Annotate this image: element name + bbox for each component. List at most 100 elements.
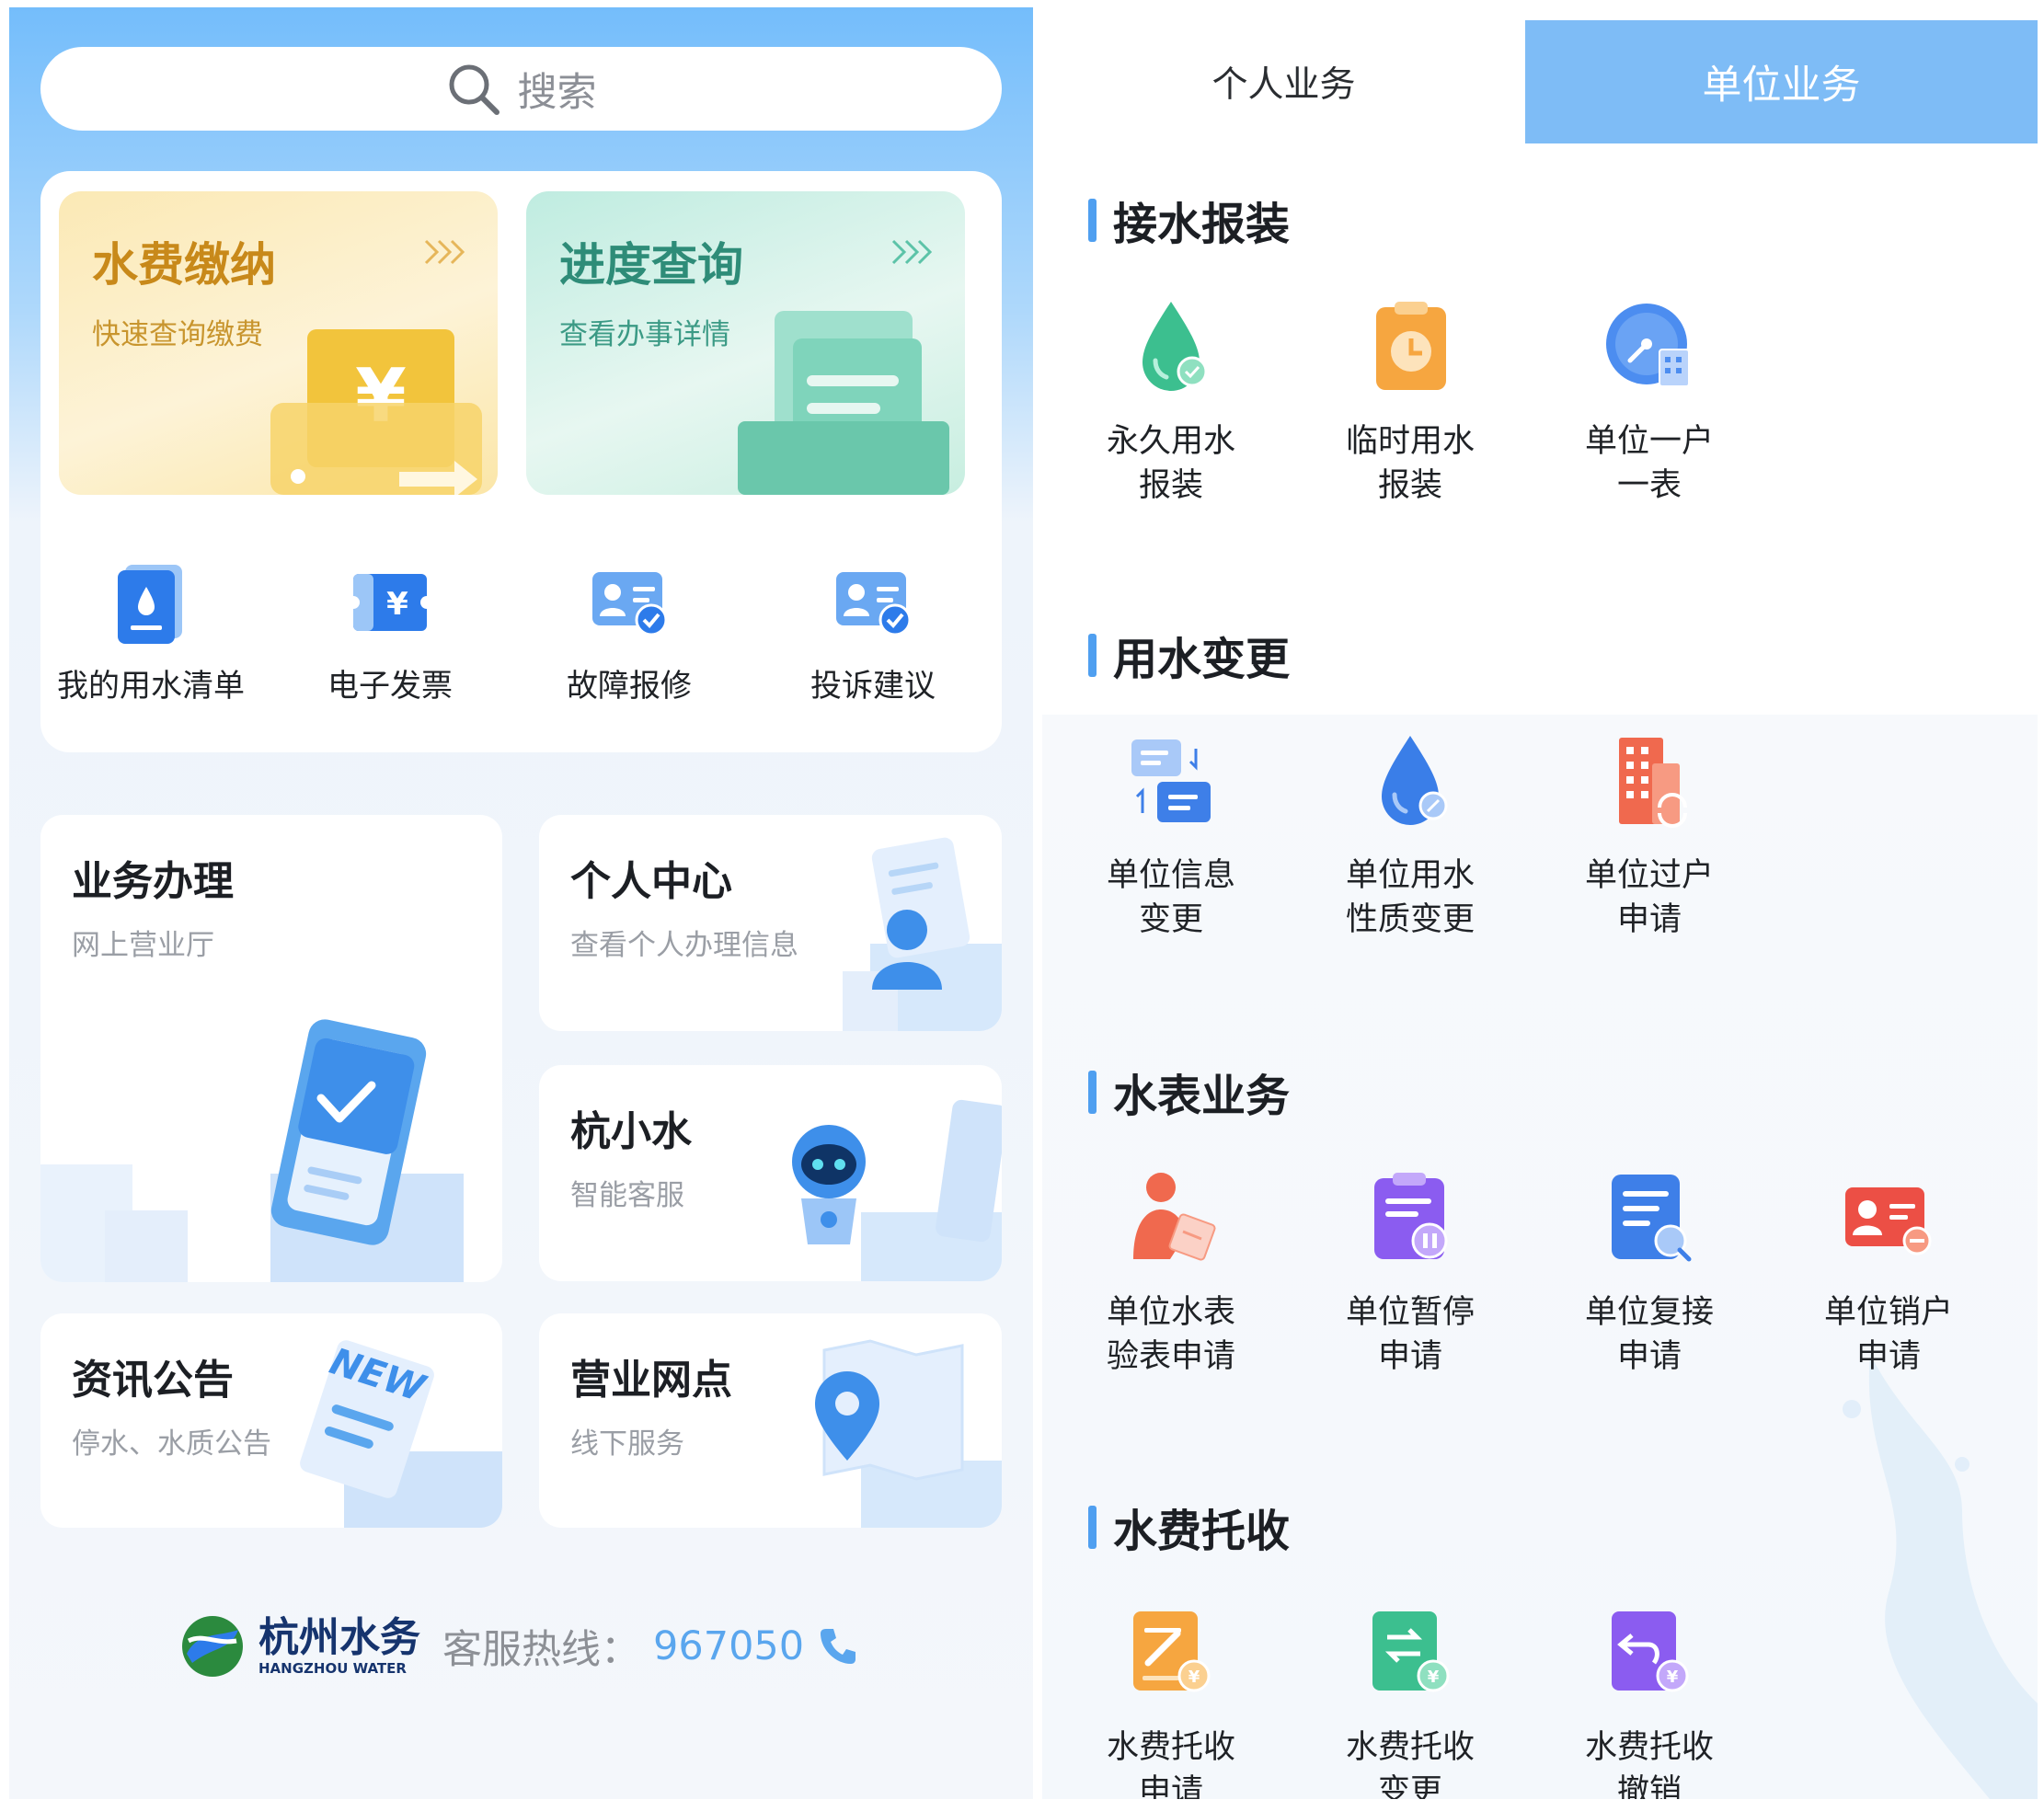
progress-query-subtitle: 查看办事详情 — [559, 318, 730, 351]
item-label-line1: 单位复接 — [1584, 1294, 1714, 1331]
pay-water-fee-card[interactable]: 水费缴纳 快速查询缴费 ¥ — [59, 191, 498, 495]
section-bar — [1088, 633, 1097, 677]
my-water-bill-item[interactable]: 我的用水清单 — [31, 556, 270, 705]
wallet-yuan-icon: ¥ — [270, 329, 482, 495]
section-header: 接水报装 — [1088, 188, 1290, 252]
section-title: 水表业务 — [1113, 1071, 1291, 1122]
search-icon — [449, 64, 500, 115]
item-label-line1: 单位销户 — [1823, 1294, 1953, 1331]
meter-inspection-item[interactable]: 单位水表 验表申请 — [1079, 1167, 1263, 1379]
personal-center-card[interactable]: 个人中心 查看个人办理信息 — [539, 815, 1002, 1031]
hotline-number[interactable]: 967050 — [653, 1623, 804, 1669]
hotline-label: 客服热线： — [442, 1627, 640, 1673]
complaint-card-icon — [836, 572, 912, 636]
item-label-line1: 单位水表 — [1106, 1294, 1235, 1331]
item-label-line2: 申请 — [1855, 1338, 1921, 1375]
water-nature-change-item[interactable]: 单位用水 性质变更 — [1318, 730, 1502, 942]
item-label-line1: 单位一户 — [1584, 423, 1714, 460]
item-label-line2: 一表 — [1616, 467, 1682, 504]
item-label-line2: 撤销 — [1616, 1773, 1682, 1799]
section-bar — [1088, 1070, 1097, 1114]
personal-center-subtitle: 查看个人办理信息 — [570, 929, 798, 962]
item-label-line1: 单位信息 — [1106, 857, 1235, 894]
quick-item-label: 我的用水清单 — [57, 668, 245, 705]
tab-unit-business[interactable]: 单位业务 — [1525, 20, 2038, 143]
brand: 杭州水务 HANGZHOU WATER — [258, 1616, 420, 1678]
item-label: 水费托收 变更 — [1318, 1725, 1502, 1799]
item-label: 永久用水 报装 — [1079, 419, 1263, 508]
one-meter-per-household-item[interactable]: 单位一户 一表 — [1557, 296, 1741, 508]
svg-text:¥: ¥ — [386, 586, 408, 623]
item-label-line2: 申请 — [1138, 1773, 1203, 1799]
tab-personal-business[interactable]: 个人业务 — [1042, 20, 1525, 143]
search-placeholder: 搜索 — [517, 69, 597, 116]
pay-water-fee-title: 水费缴纳 — [92, 238, 276, 292]
phone-icon[interactable] — [817, 1625, 859, 1668]
complaint-item[interactable]: 投诉建议 — [753, 556, 993, 705]
tab-bar: 个人业务 单位业务 — [1042, 20, 2038, 143]
building-transfer-icon — [1619, 738, 1687, 828]
water-drop-edit-icon — [1382, 736, 1448, 825]
invoice-yuan-icon: ¥ — [347, 574, 433, 631]
item-label: 单位一户 一表 — [1557, 419, 1741, 508]
temporary-water-install-item[interactable]: 临时用水 报装 — [1318, 296, 1502, 508]
item-label: 水费托收 申请 — [1079, 1725, 1263, 1799]
quick-item-label: 电子发票 — [327, 668, 453, 705]
unit-reconnect-item[interactable]: 单位复接 申请 — [1557, 1167, 1741, 1379]
person-document-icon — [843, 837, 1002, 1031]
id-card-minus-icon — [1845, 1187, 1932, 1255]
item-label-line1: 单位过户 — [1584, 857, 1714, 894]
unit-suspend-item[interactable]: 单位暂停 申请 — [1318, 1167, 1502, 1379]
home-panel: 搜索 水费缴纳 快速查询缴费 ¥ 进度查询 查看办事详情 我的用水清单 ¥ 电子… — [9, 7, 1033, 1799]
news-card[interactable]: 资讯公告 停水、水质公告 NEW — [40, 1313, 502, 1528]
person-inspect-icon — [1133, 1173, 1216, 1261]
item-label: 单位水表 验表申请 — [1079, 1290, 1263, 1379]
item-label-line1: 水费托收 — [1584, 1729, 1714, 1766]
section-title: 接水报装 — [1113, 199, 1291, 250]
business-card[interactable]: 业务办理 网上营业厅 — [40, 815, 502, 1282]
folder-documents-icon — [738, 311, 949, 495]
robot-icon — [792, 1099, 1002, 1281]
news-subtitle: 停水、水质公告 — [72, 1427, 271, 1461]
section-bar — [1088, 1505, 1097, 1549]
footer: 杭州水务 HANGZHOU WATER 客服热线： 967050 — [179, 1613, 859, 1679]
progress-query-card[interactable]: 进度查询 查看办事详情 — [526, 191, 965, 495]
e-invoice-item[interactable]: ¥ 电子发票 — [270, 556, 510, 705]
fee-collection-revoke-item[interactable]: ¥ 水费托收撤销 — [1557, 1602, 1741, 1799]
search-bar[interactable]: 搜索 — [40, 47, 1002, 131]
item-label-line2: 报装 — [1138, 467, 1203, 504]
quick-service-card: 水费缴纳 快速查询缴费 ¥ 进度查询 查看办事详情 我的用水清单 ¥ 电子发票 … — [40, 171, 1002, 752]
phone-check-icon — [40, 1019, 464, 1282]
chevron-right-icon — [891, 239, 933, 265]
item-label-line2: 报装 — [1377, 467, 1442, 504]
item-label: 临时用水 报装 — [1318, 419, 1502, 508]
fault-repair-item[interactable]: 故障报修 — [510, 556, 749, 705]
assistant-card[interactable]: 杭小水 智能客服 — [539, 1065, 1002, 1281]
map-pin-icon — [815, 1339, 1002, 1528]
unit-transfer-item[interactable]: 单位过户 申请 — [1557, 730, 1741, 942]
fee-collection-apply-item[interactable]: ¥ 水费托收 申请 — [1079, 1602, 1263, 1799]
assistant-title: 杭小水 — [570, 1108, 692, 1155]
permanent-water-install-item[interactable]: 永久用水 报装 — [1079, 296, 1263, 508]
unit-info-change-item[interactable]: 单位信息 变更 — [1079, 730, 1263, 942]
item-label-line2: 变更 — [1377, 1773, 1442, 1799]
outlets-subtitle: 线下服务 — [570, 1427, 684, 1461]
svg-text:¥: ¥ — [1428, 1668, 1440, 1687]
svg-text:¥: ¥ — [1667, 1668, 1679, 1687]
fee-collection-change-item[interactable]: ¥ 水费托收变更 — [1318, 1602, 1502, 1799]
item-label: 单位过户 申请 — [1557, 854, 1741, 942]
item-label-line1: 单位用水 — [1345, 857, 1475, 894]
progress-query-title: 进度查询 — [559, 238, 743, 292]
item-label-line1: 水费托收 — [1345, 1729, 1475, 1766]
item-label: 单位信息 变更 — [1079, 854, 1263, 942]
business-subtitle: 网上营业厅 — [72, 929, 214, 962]
water-drop-check-icon — [1143, 302, 1208, 391]
item-label-line2: 申请 — [1616, 901, 1682, 938]
news-document-icon: NEW — [300, 1340, 502, 1528]
item-label-line2: 申请 — [1616, 1338, 1682, 1375]
pay-water-fee-subtitle: 快速查询缴费 — [92, 318, 263, 351]
outlets-card[interactable]: 营业网点 线下服务 — [539, 1313, 1002, 1528]
unit-cancel-account-item[interactable]: 单位销户 申请 — [1797, 1167, 1981, 1379]
clipboard-pause-icon — [1374, 1173, 1448, 1259]
item-label: 单位用水 性质变更 — [1318, 854, 1502, 942]
